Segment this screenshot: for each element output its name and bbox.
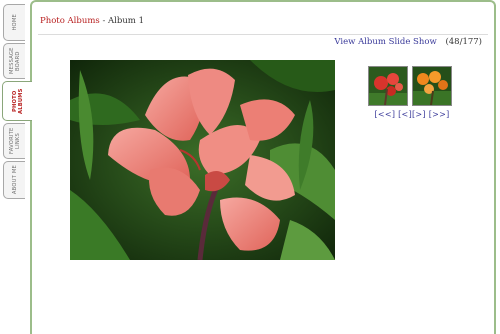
breadcrumb-separator: - bbox=[99, 16, 109, 26]
album-actions: View Album Slide Show (48/177) bbox=[334, 37, 482, 47]
thumbnail-next[interactable] bbox=[412, 66, 452, 106]
content-panel: Photo Albums - Album 1 View Album Slide … bbox=[30, 0, 496, 334]
pager-previous-button[interactable]: [<] bbox=[398, 110, 412, 119]
slide-show-link[interactable]: Slide Show bbox=[389, 37, 437, 47]
tab-photo-albums-label: Photo Albums bbox=[11, 88, 24, 114]
pink-canna-flower-photo-icon bbox=[70, 60, 335, 260]
tab-about-me-label: About Me bbox=[11, 165, 18, 195]
tab-message-board[interactable]: Message Board bbox=[3, 43, 25, 79]
tab-favorite-links[interactable]: Favorite Links bbox=[3, 123, 25, 159]
pager-next-button[interactable]: [>] bbox=[412, 110, 426, 119]
tab-favorite-links-label: Favorite Links bbox=[8, 127, 21, 155]
breadcrumb-photo-albums-link[interactable]: Photo Albums bbox=[40, 16, 100, 26]
orange-flower-thumbnail-icon bbox=[413, 67, 451, 105]
tab-home[interactable]: Home bbox=[3, 4, 25, 41]
thumbnail-previous[interactable] bbox=[368, 66, 408, 106]
tab-message-board-label: Message Board bbox=[8, 47, 21, 75]
tab-about-me[interactable]: About Me bbox=[3, 161, 25, 199]
sidebar-tabs: Home Message Board Photo Albums Favorite… bbox=[0, 0, 32, 334]
tab-photo-albums[interactable]: Photo Albums bbox=[2, 81, 32, 121]
breadcrumb-current: Album 1 bbox=[108, 16, 144, 26]
breadcrumb: Photo Albums - Album 1 bbox=[40, 16, 144, 26]
main-photo bbox=[70, 60, 335, 260]
red-flower-thumbnail-icon bbox=[369, 67, 407, 105]
tab-home-label: Home bbox=[11, 14, 18, 31]
photo-counter: (48/177) bbox=[445, 37, 482, 47]
header-divider bbox=[38, 34, 488, 35]
photo-pager: [<<] [<][>] [>>] bbox=[362, 110, 462, 119]
thumbnail-strip bbox=[368, 66, 454, 108]
pager-first-button[interactable]: [<<] bbox=[374, 110, 395, 119]
view-album-link[interactable]: View Album bbox=[334, 37, 386, 47]
pager-last-button[interactable]: [>>] bbox=[429, 110, 450, 119]
